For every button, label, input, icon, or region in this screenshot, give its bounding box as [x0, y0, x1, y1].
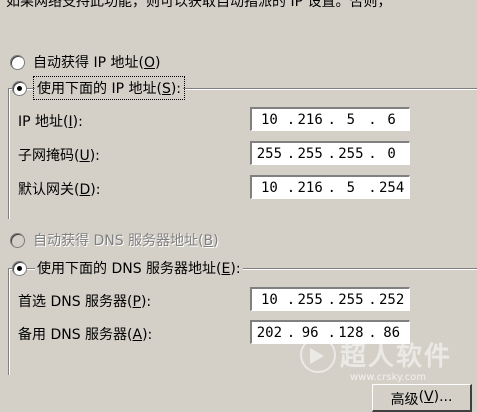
dns-manual-radio[interactable]: 使用下面的 DNS 服务器地址(E): — [12, 258, 243, 278]
radio-button-checked-icon[interactable] — [12, 80, 27, 96]
dns-auto-radio[interactable]: 自动获得 DNS 服务器地址(B) — [10, 230, 219, 250]
watermark: 超人软件 — [300, 336, 452, 373]
ip-auto-hotkey: O — [143, 55, 155, 71]
watermark-url: www.crsky.com — [350, 372, 427, 383]
ip-auto-label: 自动获得 IP 地址 — [33, 55, 139, 71]
preferred-dns-label: 首选 DNS 服务器(P): — [18, 294, 152, 310]
radio-button-icon[interactable] — [10, 54, 25, 70]
ip-address-label: IP 地址(I): — [18, 114, 83, 130]
cutoff-description-text: 如果网络支持此功能，则可以获取自动指派的 IP 设置。否则， — [6, 0, 392, 10]
dns-auto-label: 自动获得 DNS 服务器地址 — [33, 233, 199, 249]
watermark-logo-icon — [300, 336, 336, 373]
subnet-mask-label: 子网掩码(U): — [18, 148, 100, 164]
radio-button-disabled-icon[interactable] — [10, 232, 25, 248]
radio-button-checked-icon[interactable] — [12, 260, 27, 276]
dns-manual-hotkey: E — [221, 261, 231, 277]
alternate-dns-label: 备用 DNS 服务器(A): — [18, 327, 153, 343]
ip-manual-radio[interactable]: 使用下面的 IP 地址(S): — [12, 76, 186, 100]
advanced-button[interactable]: 高级(V)... — [372, 384, 472, 412]
ip-manual-label: 使用下面的 IP 地址 — [37, 81, 157, 97]
dns-auto-hotkey: B — [203, 233, 214, 249]
watermark-text: 超人软件 — [340, 342, 453, 372]
dns-manual-label: 使用下面的 DNS 服务器地址 — [37, 261, 217, 277]
preferred-dns-input[interactable]: 10. 255. 255. 252 — [250, 287, 410, 311]
subnet-mask-input[interactable]: 255. 255. 255. 0 — [250, 141, 410, 165]
ip-auto-radio[interactable]: 自动获得 IP 地址(O) — [10, 52, 160, 72]
ip-address-input[interactable]: 10. 216. 5. 6 — [250, 107, 410, 131]
ip-manual-hotkey: S — [161, 81, 171, 97]
default-gateway-label: 默认网关(D): — [18, 182, 101, 198]
default-gateway-input[interactable]: 10. 216. 5. 254 — [250, 175, 410, 199]
